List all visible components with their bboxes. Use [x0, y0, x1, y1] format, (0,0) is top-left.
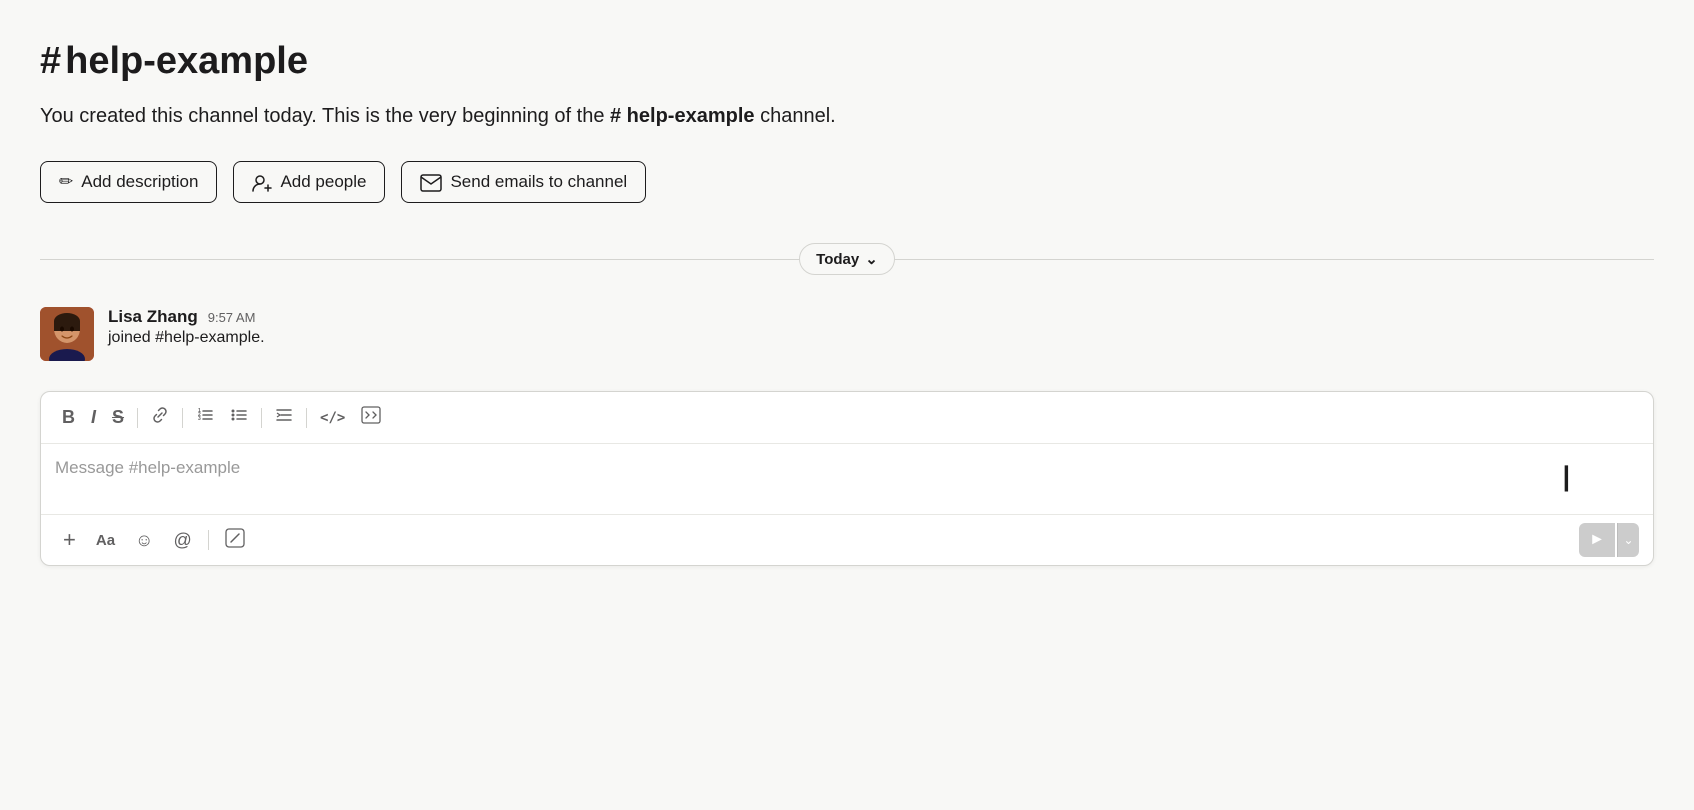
- chevron-down-icon: ⌄: [865, 250, 878, 268]
- cursor-indicator: ┃: [1560, 466, 1573, 492]
- link-button[interactable]: [144, 402, 176, 433]
- email-icon: [420, 172, 442, 192]
- description-prefix: You created this channel today. This is …: [40, 105, 610, 127]
- emoji-icon: ☺: [135, 530, 153, 551]
- description-channel-bold: # help-example: [610, 105, 755, 127]
- today-text: Today: [816, 251, 859, 268]
- input-bottom-bar: + Aa ☺ @: [41, 514, 1653, 565]
- indent-button[interactable]: [268, 402, 300, 433]
- code-button[interactable]: </>: [313, 406, 352, 430]
- italic-icon: I: [91, 407, 96, 428]
- send-emails-label: Send emails to channel: [450, 172, 627, 192]
- strikethrough-icon: S: [112, 407, 124, 428]
- bottom-divider: [208, 530, 209, 550]
- message-header: Lisa Zhang 9:57 AM: [108, 307, 265, 327]
- link-icon: [151, 406, 169, 429]
- message-content: Lisa Zhang 9:57 AM joined #help-example.: [108, 307, 265, 347]
- send-button[interactable]: ►: [1579, 523, 1615, 557]
- send-area: ► ⌄: [1579, 523, 1639, 557]
- add-people-label: Add people: [280, 172, 366, 192]
- avatar: [40, 307, 94, 361]
- main-content: # help-example You created this channel …: [0, 0, 1694, 810]
- action-buttons-row: ✏ Add description Add people Sen: [40, 161, 1654, 203]
- send-icon: ►: [1589, 531, 1605, 549]
- description-suffix: channel.: [755, 105, 836, 127]
- channel-title: # help-example: [40, 40, 1654, 83]
- send-chevron-icon: ⌄: [1623, 533, 1633, 547]
- toolbar-divider-2: [182, 408, 183, 428]
- unordered-list-button[interactable]: [223, 402, 255, 433]
- message-item: Lisa Zhang 9:57 AM joined #help-example.: [40, 307, 1654, 361]
- add-people-button[interactable]: Add people: [233, 161, 385, 203]
- slash-icon: [225, 528, 245, 553]
- code-block-icon: [361, 406, 381, 429]
- send-emails-button[interactable]: Send emails to channel: [401, 161, 646, 203]
- send-dropdown-button[interactable]: ⌄: [1617, 523, 1639, 557]
- message-text: joined #help-example.: [108, 329, 265, 347]
- format-text-button[interactable]: Aa: [88, 528, 123, 553]
- bold-button[interactable]: B: [55, 403, 82, 432]
- attach-button[interactable]: +: [55, 523, 84, 557]
- plus-icon: +: [63, 527, 76, 553]
- slash-command-button[interactable]: [217, 524, 253, 557]
- add-description-button[interactable]: ✏ Add description: [40, 161, 217, 203]
- message-input-container: B I S: [40, 391, 1654, 566]
- mention-icon: @: [173, 530, 191, 551]
- emoji-button[interactable]: ☺: [127, 526, 161, 555]
- channel-description: You created this channel today. This is …: [40, 101, 1654, 131]
- toolbar-divider-3: [261, 408, 262, 428]
- message-timestamp: 9:57 AM: [208, 310, 256, 325]
- date-divider: Today ⌄: [40, 243, 1654, 275]
- toolbar-divider-1: [137, 408, 138, 428]
- format-text-icon: Aa: [96, 532, 115, 549]
- person-add-icon: [252, 172, 272, 192]
- indent-icon: [275, 406, 293, 429]
- input-toolbar: B I S: [41, 392, 1653, 444]
- message-author: Lisa Zhang: [108, 307, 198, 327]
- svg-text:3: 3: [198, 416, 201, 422]
- ordered-list-button[interactable]: 1 2 3: [189, 402, 221, 433]
- unordered-list-icon: [230, 406, 248, 429]
- ordered-list-icon: 1 2 3: [196, 406, 214, 429]
- toolbar-divider-4: [306, 408, 307, 428]
- bold-icon: B: [62, 407, 75, 428]
- message-text-input[interactable]: Message #help-example ┃: [41, 444, 1653, 514]
- message-placeholder: Message #help-example: [55, 458, 240, 477]
- channel-name: help-example: [65, 40, 308, 83]
- code-icon: </>: [320, 410, 345, 426]
- channel-hash: #: [40, 40, 61, 83]
- code-block-button[interactable]: [354, 402, 388, 433]
- pencil-icon: ✏: [59, 172, 73, 192]
- today-label[interactable]: Today ⌄: [799, 243, 895, 275]
- add-description-label: Add description: [81, 172, 198, 192]
- mention-button[interactable]: @: [165, 526, 199, 555]
- italic-button[interactable]: I: [84, 403, 103, 432]
- strikethrough-button[interactable]: S: [105, 403, 131, 432]
